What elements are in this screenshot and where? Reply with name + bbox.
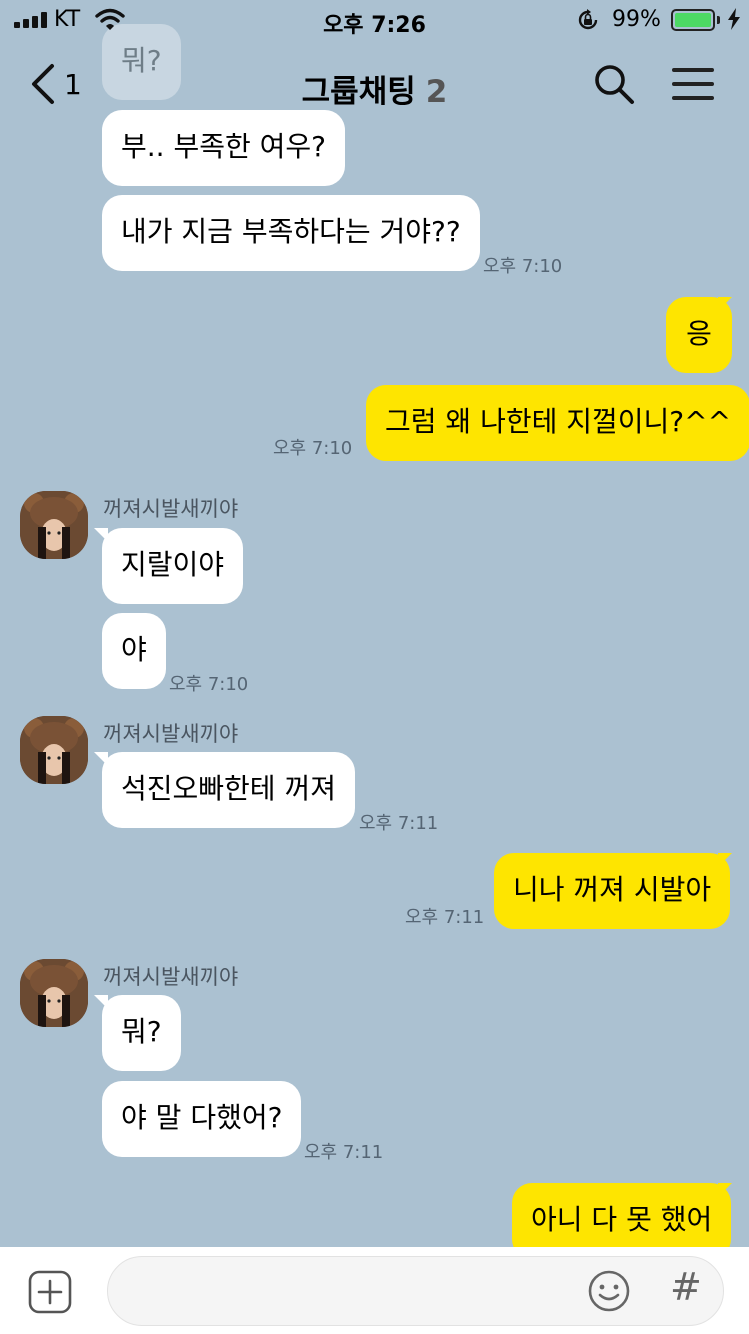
message-bubble[interactable]: 내가 지금 부족하다는 거야??	[102, 195, 480, 271]
message-bubble[interactable]: 야 말 다했어?	[102, 1081, 302, 1157]
my-message-bubble[interactable]: 니나 꺼져 시발아	[494, 853, 731, 929]
menu-icon[interactable]	[672, 68, 714, 100]
search-icon[interactable]	[592, 62, 636, 106]
message-time: 오후 7:10	[273, 438, 353, 459]
hashtag-button[interactable]: #	[670, 1265, 702, 1309]
sender-name: 꺼져시발새끼야	[103, 965, 239, 989]
message-bubble[interactable]: 석진오빠한테 꺼져	[102, 752, 355, 828]
battery-level	[675, 13, 711, 27]
message-time: 오후 7:11	[359, 813, 439, 834]
avatar[interactable]	[20, 716, 88, 784]
battery-percent: 99%	[612, 7, 661, 32]
message-bubble[interactable]: 지랄이야	[102, 528, 244, 604]
avatar-image	[20, 491, 88, 559]
sender-name: 꺼져시발새끼야	[103, 497, 239, 521]
bubble-tail	[718, 1183, 732, 1197]
message-time: 오후 7:11	[304, 1142, 384, 1163]
message-input-bar: #	[0, 1247, 749, 1334]
message-time: 오후 7:10	[483, 256, 563, 277]
message-bubble[interactable]: 야	[102, 613, 166, 689]
message-time: 오후 7:10	[169, 674, 249, 695]
message-time: 오후 7:11	[405, 907, 485, 928]
my-message-bubble[interactable]: 그럼 왜 나한테 지껄이니?^^	[366, 385, 749, 461]
chat-title-text: 그룹채팅	[301, 74, 416, 110]
avatar-image	[20, 716, 88, 784]
member-count: 2	[425, 74, 448, 110]
rotation-lock-icon	[578, 9, 598, 30]
avatar[interactable]	[20, 491, 88, 559]
avatar-image	[20, 959, 88, 1027]
sender-name: 꺼져시발새끼야	[103, 722, 239, 746]
bubble-tail	[718, 853, 732, 867]
avatar[interactable]	[20, 959, 88, 1027]
chat-header: 1 그룹채팅 2	[0, 40, 749, 126]
bubble-tail	[718, 297, 732, 311]
charging-icon	[728, 8, 740, 30]
message-bubble[interactable]: 뭐?	[102, 995, 181, 1071]
chat-area[interactable]: 뭐? 부.. 부족한 여우? 내가 지금 부족하다는 거야?? 오후 7:10 …	[0, 0, 749, 1247]
status-bar: KT 오후 7:26 99%	[0, 0, 749, 40]
plus-icon[interactable]	[28, 1270, 72, 1314]
battery-tip	[717, 16, 720, 24]
my-message-bubble[interactable]: 아니 다 못 했어	[512, 1183, 732, 1247]
chat-title: 그룹채팅 2	[0, 66, 749, 111]
battery-icon	[671, 9, 715, 31]
emoji-icon[interactable]	[586, 1268, 632, 1314]
